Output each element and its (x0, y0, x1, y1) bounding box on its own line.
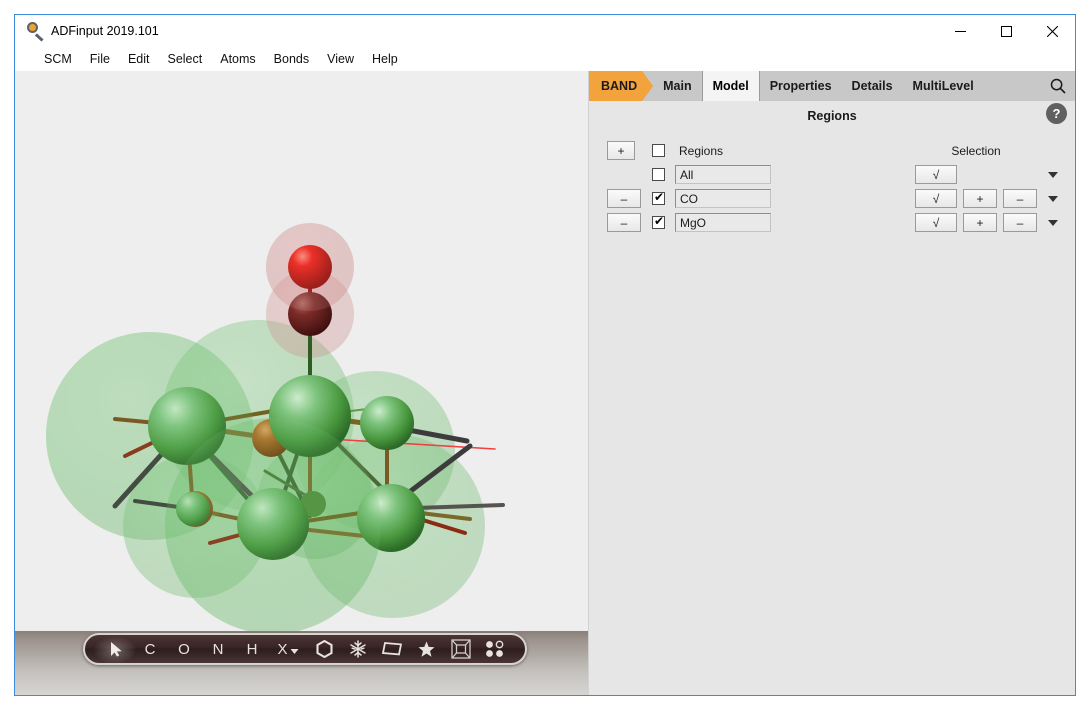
region-dropdown-mgo[interactable] (1048, 219, 1058, 226)
tab-details[interactable]: Details (842, 71, 903, 101)
application-window: ADFinput 2019.101 SCM File Edit Select A… (14, 14, 1076, 696)
carbon-atom-tool[interactable]: C (133, 635, 167, 663)
other-element-label: X (277, 640, 288, 658)
close-button[interactable] (1029, 15, 1075, 47)
region-dropdown-co[interactable] (1048, 195, 1058, 202)
settings-panel: BAND Main Model Properties Details Multi… (589, 71, 1075, 695)
table-row: – MgO √ + – (589, 211, 1075, 234)
region-dropdown-all[interactable] (1048, 171, 1058, 178)
menu-bar: SCM File Edit Select Atoms Bonds View He… (15, 47, 1075, 71)
minimize-button[interactable] (937, 15, 983, 47)
menu-select[interactable]: Select (158, 50, 211, 68)
column-header-selection: Selection (951, 143, 1001, 158)
maximize-button[interactable] (983, 15, 1029, 47)
plane-slab-tool[interactable] (375, 635, 409, 663)
regions-list: + Regions Selection All √ – ✔ CO √ + – –… (589, 131, 1075, 695)
nitrogen-atom-tool[interactable]: N (201, 635, 235, 663)
search-icon[interactable] (1041, 71, 1075, 101)
regions-header-checkbox[interactable] (651, 144, 665, 157)
help-button[interactable]: ? (1046, 103, 1067, 124)
molecule-structure (46, 223, 505, 631)
menu-help[interactable]: Help (363, 50, 407, 68)
section-title: Regions (807, 109, 857, 123)
select-region-button-all[interactable]: √ (915, 165, 957, 184)
add-region-button[interactable]: + (607, 141, 635, 160)
region-checkbox-mgo[interactable] (651, 214, 666, 229)
tab-main[interactable]: Main (653, 71, 701, 101)
star-tool[interactable] (409, 635, 443, 663)
menu-atoms[interactable]: Atoms (211, 50, 264, 68)
column-header-regions: Regions (679, 143, 724, 158)
tab-model[interactable]: Model (701, 71, 760, 101)
menu-view[interactable]: View (318, 50, 363, 68)
menu-edit[interactable]: Edit (119, 50, 159, 68)
region-name-input-all[interactable]: All (675, 165, 771, 184)
region-checkbox-co[interactable] (651, 190, 666, 205)
tab-multilevel[interactable]: MultiLevel (903, 71, 984, 101)
bottom-tool-strip: C O N H X (15, 631, 588, 695)
section-header: Regions ? (589, 101, 1075, 131)
region-name-input-co[interactable]: CO (675, 189, 771, 208)
title-bar: ADFinput 2019.101 (15, 15, 1075, 47)
region-checkbox-all[interactable] (651, 168, 665, 181)
molecule-viewport[interactable] (15, 71, 588, 631)
other-element-tool[interactable]: X (269, 635, 307, 663)
hydrogen-atom-tool[interactable]: H (235, 635, 269, 663)
menu-scm[interactable]: SCM (35, 50, 81, 68)
window-title: ADFinput 2019.101 (51, 24, 159, 38)
benzene-ring-tool[interactable] (307, 635, 341, 663)
table-row: – CO √ + – (589, 187, 1075, 210)
dots-tool[interactable] (479, 635, 511, 663)
tab-properties[interactable]: Properties (760, 71, 842, 101)
select-cursor-tool[interactable] (99, 635, 133, 663)
menu-bonds[interactable]: Bonds (265, 50, 318, 68)
chevron-down-icon (290, 649, 298, 654)
magnifier-icon (23, 21, 49, 42)
row-remove-placeholder (607, 165, 641, 184)
region-name-input-mgo[interactable]: MgO (675, 213, 771, 232)
add-to-selection-button-co[interactable]: + (963, 189, 997, 208)
remove-region-button-mgo[interactable]: – (607, 213, 641, 232)
tab-band[interactable]: BAND (589, 71, 653, 101)
tab-bar: BAND Main Model Properties Details Multi… (589, 71, 1075, 101)
oxygen-atom-tool[interactable]: O (167, 635, 201, 663)
regions-header-row: + Regions Selection (589, 139, 1075, 162)
atom-tool-palette: C O N H X (83, 633, 527, 665)
add-to-selection-button-mgo[interactable]: + (963, 213, 997, 232)
window-controls (937, 15, 1075, 47)
remove-from-selection-button-mgo[interactable]: – (1003, 213, 1037, 232)
menu-file[interactable]: File (81, 50, 119, 68)
remove-from-selection-placeholder-all (1003, 165, 1037, 184)
table-row: All √ (589, 163, 1075, 186)
select-region-button-co[interactable]: √ (915, 189, 957, 208)
viewport-column: C O N H X (15, 71, 589, 695)
remove-from-selection-button-co[interactable]: – (1003, 189, 1037, 208)
unit-cell-tool[interactable] (443, 635, 479, 663)
add-to-selection-placeholder-all (963, 165, 997, 184)
main-body: C O N H X BAND Main Model Properties Det… (15, 71, 1075, 695)
snowflake-tool[interactable] (341, 635, 375, 663)
select-region-button-mgo[interactable]: √ (915, 213, 957, 232)
remove-region-button-co[interactable]: – (607, 189, 641, 208)
